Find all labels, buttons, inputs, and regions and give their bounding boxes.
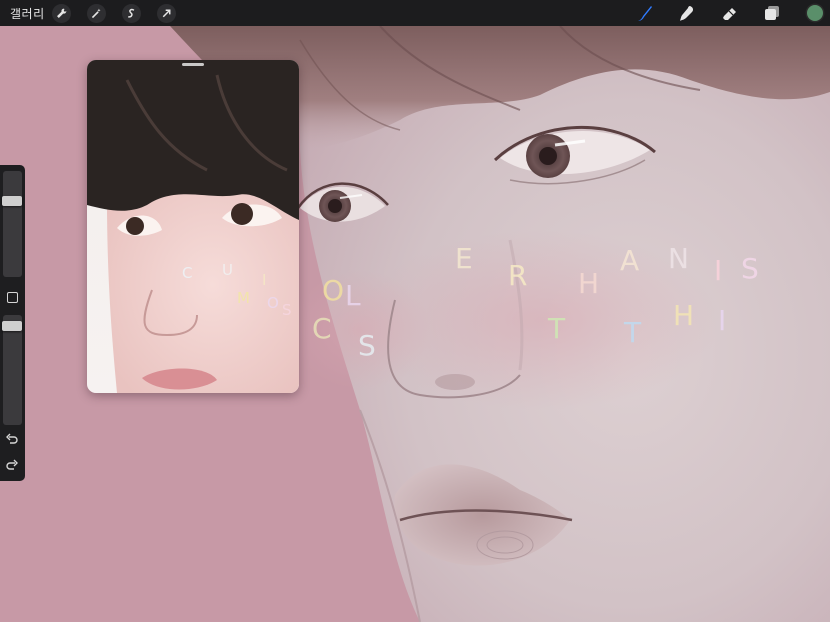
- reference-photo: U I M O C S: [87, 60, 299, 393]
- brush-opacity-slider[interactable]: [2, 315, 22, 425]
- reference-letter: S: [282, 301, 292, 319]
- gallery-button[interactable]: 갤러리: [10, 5, 45, 22]
- canvas-letter: C: [312, 312, 332, 345]
- wrench-icon[interactable]: [52, 4, 71, 23]
- color-picker-button[interactable]: [807, 5, 823, 21]
- layers-icon[interactable]: [761, 3, 783, 23]
- brush-opacity-thumb[interactable]: [2, 321, 22, 331]
- canvas-letter: A: [620, 244, 639, 277]
- canvas-letter: T: [547, 312, 566, 345]
- brush-icon[interactable]: [634, 3, 656, 23]
- arrow-cursor-icon[interactable]: [157, 4, 176, 23]
- canvas-letter: I: [718, 304, 726, 337]
- canvas-letter: O: [322, 274, 344, 307]
- canvas-letter: E: [455, 242, 473, 275]
- reference-window[interactable]: U I M O C S: [87, 60, 299, 393]
- left-sidebar: [0, 165, 25, 481]
- brush-size-thumb[interactable]: [2, 196, 22, 206]
- selection-s-icon[interactable]: [122, 4, 141, 23]
- reference-drag-handle[interactable]: [182, 63, 204, 66]
- eraser-icon[interactable]: [719, 3, 741, 23]
- magic-wand-icon[interactable]: [87, 4, 106, 23]
- canvas-letter: S: [358, 329, 376, 362]
- canvas-letter: R: [508, 259, 527, 292]
- redo-icon[interactable]: [5, 458, 19, 472]
- reference-letter: I: [262, 271, 266, 289]
- brush-size-slider[interactable]: [2, 171, 22, 277]
- canvas-letter: I: [714, 254, 722, 287]
- reference-letter: C: [182, 264, 192, 282]
- top-toolbar: 갤러리: [0, 0, 830, 26]
- reference-letter: M: [237, 289, 250, 307]
- reference-letter: U: [222, 261, 233, 279]
- canvas-letter: H: [673, 299, 694, 332]
- reference-letter: O: [267, 294, 279, 312]
- smudge-icon[interactable]: [676, 3, 698, 23]
- canvas-letter: S: [741, 252, 759, 285]
- canvas-letter: H: [578, 267, 599, 300]
- canvas-letter: L: [345, 279, 361, 312]
- undo-icon[interactable]: [5, 432, 19, 446]
- modify-button[interactable]: [7, 292, 18, 303]
- canvas-letter: T: [623, 316, 642, 349]
- canvas-letter: N: [668, 242, 689, 275]
